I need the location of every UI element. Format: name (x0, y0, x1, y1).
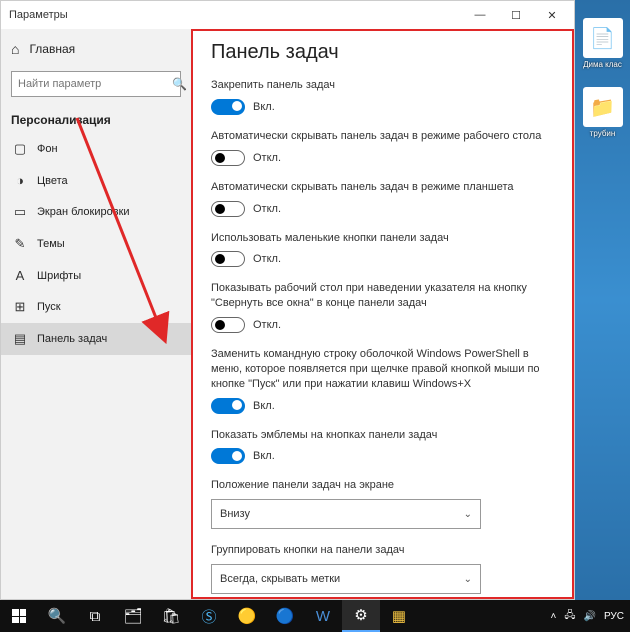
setting-small-buttons: Использовать маленькие кнопки панели зад… (211, 231, 554, 268)
taskbar-chrome-button[interactable]: 🔵 (266, 600, 304, 632)
setting-autohide-desktop: Автоматически скрывать панель задач в ре… (211, 129, 554, 166)
search-box[interactable]: 🔍 (11, 71, 181, 97)
setting-label: Использовать маленькие кнопки панели зад… (211, 231, 554, 246)
taskbar-icon: ▤ (11, 331, 29, 347)
sidebar-item-background[interactable]: ▢ Фон (1, 133, 191, 165)
desktop-shortcut-label: Дима клас (575, 60, 630, 69)
start-button[interactable] (0, 600, 38, 632)
sidebar-item-label: Шрифты (37, 270, 81, 282)
themes-icon: ✎ (11, 236, 29, 252)
taskbar-store-button[interactable]: 🛍 (152, 600, 190, 632)
home-icon: ⌂ (11, 41, 19, 57)
tray-lang-icon[interactable]: РУС (604, 611, 624, 622)
sidebar-item-label: Темы (37, 238, 65, 250)
window-title: Параметры (9, 9, 462, 21)
desktop-shortcut-icon[interactable]: 📁 (583, 87, 623, 127)
setting-label: Закрепить панель задач (211, 78, 554, 93)
sidebar-item-label: Пуск (37, 301, 61, 313)
sidebar-item-lockscreen[interactable]: ▭ Экран блокировки (1, 196, 191, 228)
setting-powershell: Заменить командную строку оболочкой Wind… (211, 347, 554, 414)
home-nav[interactable]: ⌂ Главная (1, 33, 191, 65)
setting-label: Показать эмблемы на кнопках панели задач (211, 428, 554, 443)
sidebar: ⌂ Главная 🔍 Персонализация ▢ Фон ◑ Цвета… (1, 29, 191, 599)
dropdown-value: Внизу (220, 508, 250, 520)
setting-badges: Показать эмблемы на кнопках панели задач… (211, 428, 554, 465)
content-panel: Панель задач Закрепить панель задач Вкл.… (191, 29, 574, 599)
taskbar-word-button[interactable]: W (304, 600, 342, 632)
search-input[interactable] (12, 78, 166, 90)
setting-label: Показывать рабочий стол при наведении ук… (211, 281, 554, 311)
taskbar-taskview-button[interactable]: ⧉ (76, 600, 114, 632)
setting-combine-buttons: Группировать кнопки на панели задач Всег… (211, 543, 554, 594)
toggle-lock-taskbar[interactable] (211, 99, 245, 115)
palette-icon: ◑ (11, 173, 29, 188)
sidebar-item-start[interactable]: ⊞ Пуск (1, 291, 191, 323)
toggle-state: Вкл. (253, 400, 275, 412)
desktop-area: 📄 Дима клас 📁 трубин (575, 0, 630, 600)
toggle-state: Откл. (253, 203, 281, 215)
dropdown-taskbar-position[interactable]: Внизу ⌄ (211, 499, 481, 529)
window-titlebar: Параметры ― ☐ ✕ (1, 1, 574, 29)
picture-icon: ▢ (11, 141, 29, 157)
setting-autohide-tablet: Автоматически скрывать панель задач в ре… (211, 180, 554, 217)
toggle-state: Откл. (253, 152, 281, 164)
setting-label: Автоматически скрывать панель задач в ре… (211, 129, 554, 144)
setting-label: Группировать кнопки на панели задач (211, 543, 554, 558)
toggle-state: Откл. (253, 253, 281, 265)
toggle-powershell[interactable] (211, 398, 245, 414)
taskbar-app-button[interactable]: ▦ (380, 600, 418, 632)
toggle-autohide-tablet[interactable] (211, 201, 245, 217)
sidebar-item-themes[interactable]: ✎ Темы (1, 228, 191, 260)
lockscreen-icon: ▭ (11, 204, 29, 220)
toggle-badges[interactable] (211, 448, 245, 464)
desktop-shortcut-icon[interactable]: 📄 (583, 18, 623, 58)
sidebar-item-label: Цвета (37, 175, 68, 187)
taskbar-search-button[interactable]: 🔍 (38, 600, 76, 632)
page-title: Панель задач (211, 41, 554, 64)
taskbar-explorer-button[interactable]: 🗂 (114, 600, 152, 632)
toggle-state: Откл. (253, 319, 281, 331)
start-icon: ⊞ (11, 299, 29, 315)
chevron-down-icon: ⌄ (464, 574, 472, 585)
tray-chevron-icon[interactable]: ˄ (551, 611, 557, 622)
sidebar-item-colors[interactable]: ◑ Цвета (1, 165, 191, 196)
taskbar-browser-button[interactable]: 🟡 (228, 600, 266, 632)
taskbar-skype-button[interactable]: Ⓢ (190, 600, 228, 632)
sidebar-item-label: Фон (37, 143, 58, 155)
setting-label: Положение панели задач на экране (211, 478, 554, 493)
fonts-icon: A (11, 268, 29, 283)
setting-label: Заменить командную строку оболочкой Wind… (211, 347, 554, 392)
chevron-down-icon: ⌄ (464, 509, 472, 520)
toggle-peek-desktop[interactable] (211, 317, 245, 333)
tray-network-icon[interactable]: 🖧 (564, 608, 575, 625)
sidebar-item-label: Панель задач (37, 333, 107, 345)
sidebar-item-taskbar[interactable]: ▤ Панель задач (1, 323, 191, 355)
setting-peek-desktop: Показывать рабочий стол при наведении ук… (211, 281, 554, 333)
maximize-button[interactable]: ☐ (498, 3, 534, 27)
setting-lock-taskbar: Закрепить панель задач Вкл. (211, 78, 554, 115)
settings-window: Параметры ― ☐ ✕ ⌂ Главная 🔍 Персонализац… (0, 0, 575, 600)
system-tray[interactable]: ˄ 🖧 🔊 РУС (545, 608, 630, 625)
toggle-state: Вкл. (253, 101, 275, 113)
toggle-state: Вкл. (253, 450, 275, 462)
taskbar: 🔍 ⧉ 🗂 🛍 Ⓢ 🟡 🔵 W ⚙ ▦ ˄ 🖧 🔊 РУС (0, 600, 630, 632)
setting-taskbar-position: Положение панели задач на экране Внизу ⌄ (211, 478, 554, 529)
dropdown-combine-buttons[interactable]: Всегда, скрывать метки ⌄ (211, 564, 481, 594)
toggle-autohide-desktop[interactable] (211, 150, 245, 166)
taskbar-settings-button[interactable]: ⚙ (342, 600, 380, 632)
dropdown-value: Всегда, скрывать метки (220, 573, 340, 585)
sidebar-item-fonts[interactable]: A Шрифты (1, 260, 191, 291)
desktop-shortcut-label: трубин (575, 129, 630, 138)
toggle-small-buttons[interactable] (211, 251, 245, 267)
tray-volume-icon[interactable]: 🔊 (584, 611, 596, 622)
close-button[interactable]: ✕ (534, 3, 570, 27)
category-header: Персонализация (1, 103, 191, 133)
minimize-button[interactable]: ― (462, 3, 498, 27)
setting-label: Автоматически скрывать панель задач в ре… (211, 180, 554, 195)
windows-logo-icon (12, 609, 26, 623)
home-label: Главная (29, 42, 75, 56)
sidebar-item-label: Экран блокировки (37, 206, 130, 218)
search-icon: 🔍 (166, 77, 193, 91)
